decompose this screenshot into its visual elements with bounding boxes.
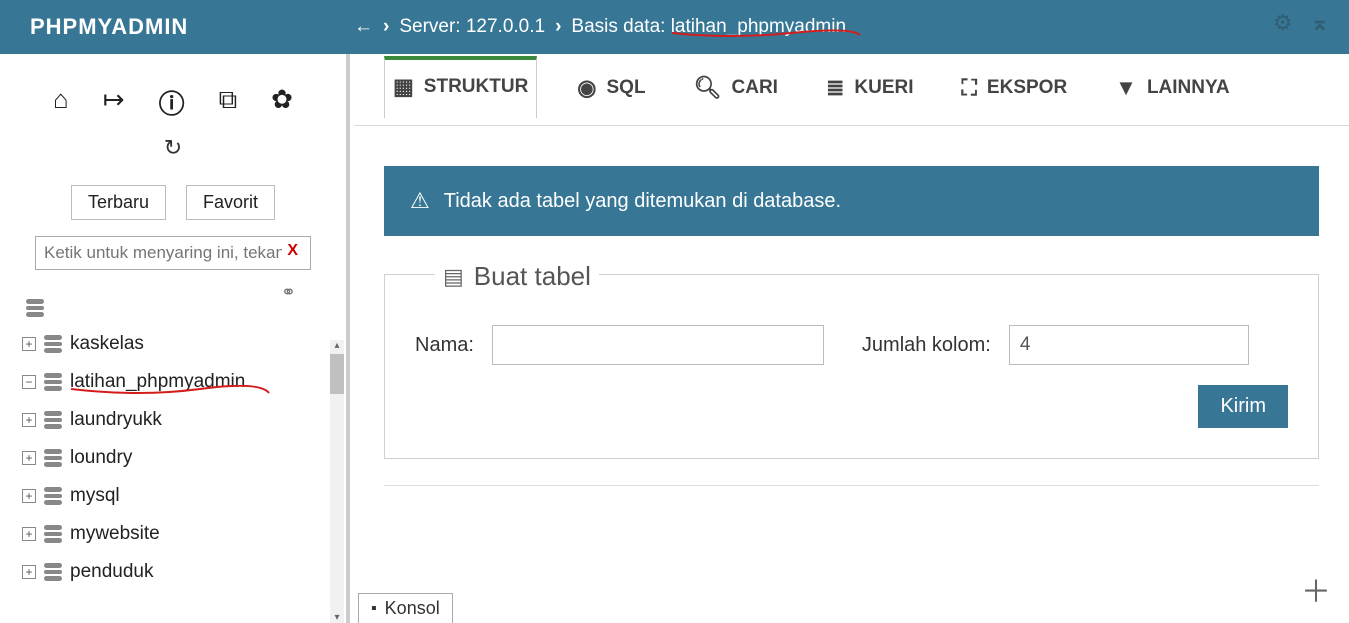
table-name-input[interactable] [492,325,824,365]
database-icon [44,411,62,429]
database-icon [44,487,62,505]
expand-icon[interactable]: + [22,451,36,465]
tree-item[interactable]: + mywebsite [22,515,346,553]
database-icon [44,335,62,353]
chevron-right-icon: › [383,16,389,38]
back-arrow-icon[interactable]: ← [354,16,373,38]
tree-item-active[interactable]: − latihan_phpmyadmin [22,363,346,401]
tree-scrollbar[interactable]: ▴ ▾ [330,340,344,623]
console-icon: ▪ [371,600,377,618]
expand-icon[interactable]: + [22,565,36,579]
copy-icon[interactable]: ⧉ [219,84,238,121]
clear-filter-icon[interactable]: X [287,242,298,260]
create-table-fieldset: ▤ Buat tabel Nama: Jumlah kolom: Kirim [384,274,1319,459]
search-icon: 🔍︎ [694,75,722,101]
name-label: Nama: [415,334,474,357]
expand-icon[interactable]: + [22,413,36,427]
divider [384,485,1319,486]
db-tree: + kaskelas − latihan_phpmyadmin + laundr… [0,305,346,591]
tab-ekspor[interactable]: ⛶ EKSPOR [954,61,1076,119]
main-tabs: ▦ STRUKTUR ◉ SQL 🔍︎ CARI ≣ KUERI ⛶ EKSPO… [354,54,1349,126]
collapse-icon[interactable]: − [22,375,36,389]
reload-icon[interactable]: ↻ [164,135,182,161]
scroll-up-icon[interactable]: ▴ [330,340,344,351]
database-icon [26,299,44,317]
scroll-down-icon[interactable]: ▾ [330,612,344,623]
breadcrumb: ← › Server: 127.0.0.1 › Basis data: lati… [354,0,846,54]
new-table-icon: ▤ [443,264,464,290]
tree-item[interactable]: + laundryukk [22,401,346,439]
play-icon: ◉ [577,75,596,101]
link-icon[interactable]: ⚭ [281,282,296,302]
settings-icon[interactable]: ⚙ [1273,10,1293,36]
database-icon [44,525,62,543]
fieldset-legend: ▤ Buat tabel [435,261,599,292]
database-icon [44,449,62,467]
tree-item[interactable]: + loundry [22,439,346,477]
tree-item[interactable]: + mysql [22,477,346,515]
top-bar: PHPMYADMIN ← › Server: 127.0.0.1 › Basis… [0,0,1349,54]
tab-kueri[interactable]: ≣ KUERI [818,61,922,119]
tab-sql[interactable]: ◉ SQL [569,61,653,119]
breadcrumb-db[interactable]: Basis data: latihan_phpmyadmin [571,16,846,38]
database-icon [44,563,62,581]
scroll-thumb[interactable] [330,354,344,394]
console-tab[interactable]: ▪ Konsol [358,593,453,623]
breadcrumb-server[interactable]: Server: 127.0.0.1 [399,16,545,38]
alert-message: Tidak ada tabel yang ditemukan di databa… [444,190,841,213]
info-icon[interactable]: ⓘ [159,84,185,121]
tab-recent[interactable]: Terbaru [71,185,166,220]
sidebar: ⌂ ↦ ⓘ ⧉ ✿ ↻ Terbaru Favorit X ⚭ + kaskel… [0,54,350,623]
home-icon[interactable]: ⌂ [53,84,69,121]
tree-item-partial[interactable] [22,307,346,325]
submit-button[interactable]: Kirim [1198,385,1288,428]
export-icon: ⛶ [962,75,977,101]
tab-struktur[interactable]: ▦ STRUKTUR [384,56,537,118]
expand-icon[interactable]: + [22,489,36,503]
logout-icon[interactable]: ↦ [103,84,125,121]
sidebar-quick-icons: ⌂ ↦ ⓘ ⧉ ✿ [0,54,346,129]
expand-icon[interactable]: + [22,337,36,351]
tab-cari[interactable]: 🔍︎ CARI [686,61,786,119]
tab-favorite[interactable]: Favorit [186,185,275,220]
main-panel: ▦ STRUKTUR ◉ SQL 🔍︎ CARI ≣ KUERI ⛶ EKSPO… [354,54,1349,623]
filter-input[interactable] [35,236,311,270]
tree-item[interactable]: + kaskelas [22,325,346,363]
columns-count-input[interactable] [1009,325,1249,365]
no-tables-alert: ⚠ Tidak ada tabel yang ditemukan di data… [384,166,1319,236]
dropdown-icon: ▼ [1115,75,1137,101]
tree-item[interactable]: + penduduk [22,553,346,591]
columns-label: Jumlah kolom: [862,334,991,357]
expand-icon[interactable]: + [22,527,36,541]
database-icon: ≣ [826,75,844,101]
gear-icon[interactable]: ✿ [271,84,293,121]
chevron-right-icon: › [555,16,561,38]
warning-icon: ⚠ [410,188,430,214]
add-icon[interactable]: ＋ [1301,567,1331,611]
database-icon [44,373,62,391]
app-logo: PHPMYADMIN [30,14,188,40]
breadcrumb-db-name: latihan_phpmyadmin [671,16,846,37]
tab-lainnya[interactable]: ▼ LAINNYA [1107,61,1237,119]
structure-icon: ▦ [393,74,414,100]
collapse-top-icon[interactable]: ⌅ [1311,10,1329,36]
